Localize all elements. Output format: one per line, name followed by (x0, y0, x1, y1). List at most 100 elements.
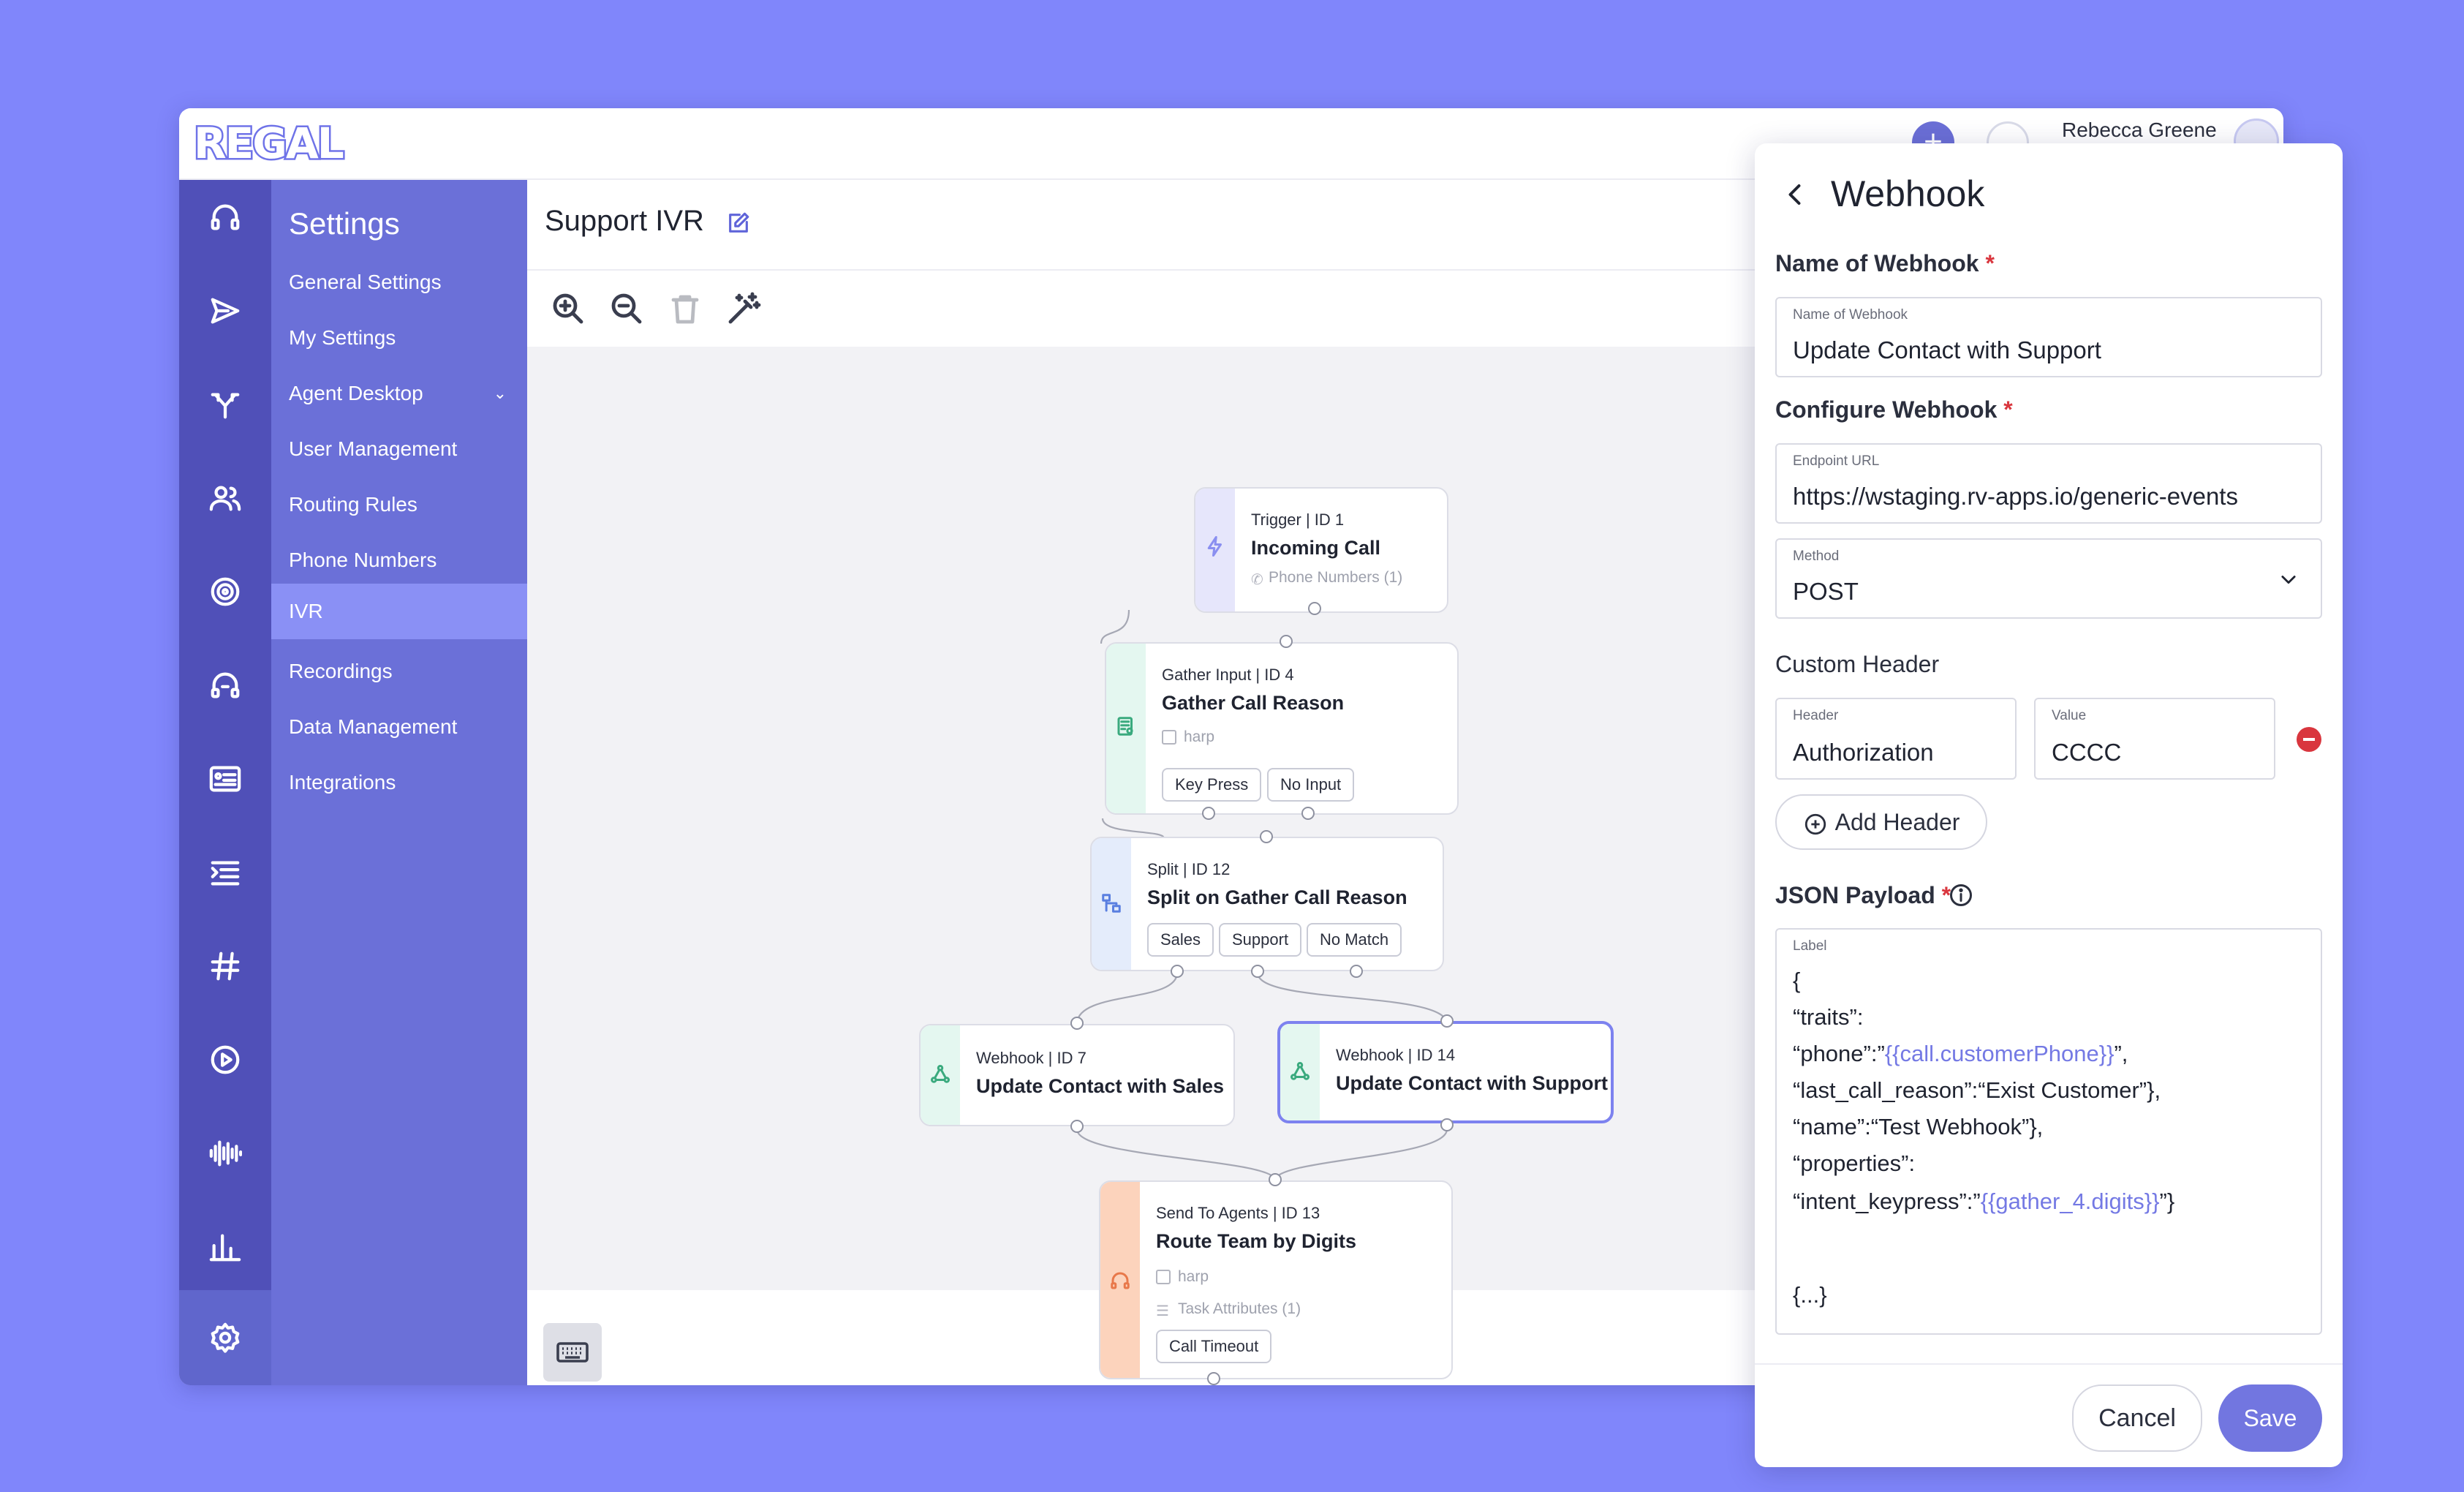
node-port[interactable] (1207, 1372, 1220, 1385)
keyboard-shortcuts-button[interactable] (543, 1323, 602, 1382)
branch-chip-support[interactable]: Support (1219, 923, 1302, 957)
headset-icon[interactable] (207, 199, 243, 236)
menu-item-general-settings[interactable]: General Settings (271, 255, 527, 310)
node-port[interactable] (1308, 602, 1321, 615)
node-port[interactable] (1171, 965, 1184, 978)
node-port[interactable] (1251, 965, 1264, 978)
webhook-name-field[interactable]: Name of Webhook Update Contact with Supp… (1775, 297, 2322, 377)
field-value: https://wstaging.rv-apps.io/generic-even… (1793, 483, 2238, 510)
json-payload-editor[interactable]: Label { “traits”: “phone”:”{{call.custom… (1775, 928, 2322, 1335)
id-card-icon[interactable] (207, 761, 243, 797)
branch-chip-key-press[interactable]: Key Press (1162, 768, 1262, 802)
header-value-field[interactable]: Value CCCC (2034, 698, 2275, 780)
endpoint-url-field[interactable]: Endpoint URL https://wstaging.rv-apps.io… (1775, 443, 2322, 524)
keyboard-icon (556, 1342, 589, 1363)
back-chevron-icon[interactable] (1783, 181, 1809, 208)
play-icon[interactable] (207, 1041, 243, 1078)
format-json-icon[interactable]: {...} (1793, 1282, 1827, 1308)
json-template-var: {{gather_4.digits}} (1980, 1188, 2160, 1214)
field-value: POST (1793, 578, 1859, 605)
branch-chip-no-input[interactable]: No Input (1267, 768, 1355, 802)
branch-chip-no-match[interactable]: No Match (1307, 923, 1402, 957)
node-webhook-sales[interactable]: Webhook | ID 7 Update Contact with Sales (919, 1024, 1235, 1126)
info-icon[interactable] (1948, 882, 1974, 908)
node-name: Split on Gather Call Reason (1147, 886, 1407, 908)
settings-gear-icon[interactable] (207, 1319, 243, 1356)
edit-icon[interactable] (726, 211, 751, 236)
add-header-button[interactable]: Add Header (1775, 794, 1987, 850)
trash-icon[interactable] (668, 291, 703, 326)
json-line: “phone”:”{{call.customerPhone}}”, (1793, 1041, 2128, 1067)
lightning-icon (1204, 535, 1226, 557)
menu-item-ivr[interactable]: IVR (271, 584, 527, 639)
menu-item-routing-rules[interactable]: Routing Rules (271, 477, 527, 532)
menu-item-integrations[interactable]: Integrations (271, 755, 527, 810)
node-gather-input[interactable]: Gather Input | ID 4 Gather Call Reason h… (1105, 642, 1459, 815)
node-type: Trigger | ID 1 (1251, 510, 1345, 529)
header-key-field[interactable]: Header Authorization (1775, 698, 2017, 780)
save-button[interactable]: Save (2218, 1384, 2322, 1452)
node-type: Webhook | ID 7 (976, 1049, 1086, 1067)
chevron-down-icon: ⌄ (493, 384, 507, 402)
remove-header-button[interactable] (2297, 727, 2321, 752)
node-port[interactable] (1280, 635, 1293, 648)
at-sign-icon[interactable] (207, 573, 243, 610)
node-port[interactable] (1070, 1017, 1084, 1030)
node-webhook-support[interactable]: Webhook | ID 14 Update Contact with Supp… (1277, 1021, 1614, 1123)
panel-divider (1755, 1363, 2343, 1365)
menu-item-phone-numbers[interactable]: Phone Numbers (271, 532, 527, 588)
branch-chip-call-timeout[interactable]: Call Timeout (1156, 1330, 1272, 1363)
node-type: Split | ID 12 (1147, 860, 1231, 878)
field-label: Value (2052, 708, 2087, 723)
hash-icon[interactable] (207, 948, 243, 984)
menu-item-user-management[interactable]: User Management (271, 421, 527, 477)
bar-chart-icon[interactable] (207, 1229, 243, 1265)
node-sub: harp (1184, 728, 1215, 745)
magic-wand-icon[interactable] (726, 291, 761, 326)
field-label: Label (1793, 938, 1827, 954)
json-line: “last_call_reason”:“Exist Customer”}, (1793, 1077, 2161, 1103)
audio-icon (1162, 730, 1176, 745)
node-port[interactable] (1350, 965, 1363, 978)
method-select[interactable]: Method POST (1775, 538, 2322, 619)
name-section-title: Name of Webhook * (1775, 250, 1995, 277)
menu-item-data-management[interactable]: Data Management (271, 699, 527, 755)
node-split[interactable]: Split | ID 12 Split on Gather Call Reaso… (1090, 837, 1444, 971)
section-label: JSON Payload (1775, 882, 1935, 908)
required-mark: * (1985, 250, 1995, 276)
node-port[interactable] (1440, 1014, 1454, 1028)
list-icon[interactable] (207, 854, 243, 891)
json-line: “traits”: (1793, 1004, 1864, 1030)
field-value: CCCC (2052, 739, 2122, 766)
menu-item-my-settings[interactable]: My Settings (271, 310, 527, 366)
cancel-button[interactable]: Cancel (2072, 1384, 2202, 1452)
node-send-to-agents[interactable]: Send To Agents | ID 13 Route Team by Dig… (1099, 1180, 1453, 1379)
json-line: “properties”: (1793, 1150, 1916, 1176)
waveform-icon[interactable] (207, 1135, 243, 1172)
node-port[interactable] (1260, 830, 1273, 843)
webhook-icon (929, 1063, 951, 1085)
users-icon[interactable] (207, 480, 243, 516)
node-port[interactable] (1070, 1120, 1084, 1133)
node-port[interactable] (1269, 1173, 1282, 1186)
routing-icon[interactable] (207, 386, 243, 423)
flow-canvas[interactable]: Trigger | ID 1 Incoming Call Phone Numbe… (527, 347, 1924, 1385)
menu-item-recordings[interactable]: Recordings (271, 644, 527, 699)
node-trigger[interactable]: Trigger | ID 1 Incoming Call Phone Numbe… (1194, 487, 1448, 613)
zoom-in-icon[interactable] (551, 291, 586, 326)
branch-chip-sales[interactable]: Sales (1147, 923, 1214, 957)
headphones-icon[interactable] (207, 667, 243, 704)
field-label: Endpoint URL (1793, 453, 1880, 469)
field-value: Authorization (1793, 739, 1934, 766)
node-name: Route Team by Digits (1156, 1230, 1357, 1252)
menu-item-agent-desktop[interactable]: Agent Desktop ⌄ (271, 366, 527, 421)
split-icon (1100, 892, 1122, 914)
node-port[interactable] (1301, 807, 1315, 820)
json-text: “intent_keypress”:” (1793, 1188, 1981, 1214)
node-sub: harp (1178, 1268, 1209, 1285)
node-port[interactable] (1202, 807, 1215, 820)
send-icon[interactable] (207, 293, 243, 329)
zoom-out-icon[interactable] (609, 291, 644, 326)
node-port[interactable] (1440, 1118, 1454, 1131)
field-label: Method (1793, 549, 1840, 564)
